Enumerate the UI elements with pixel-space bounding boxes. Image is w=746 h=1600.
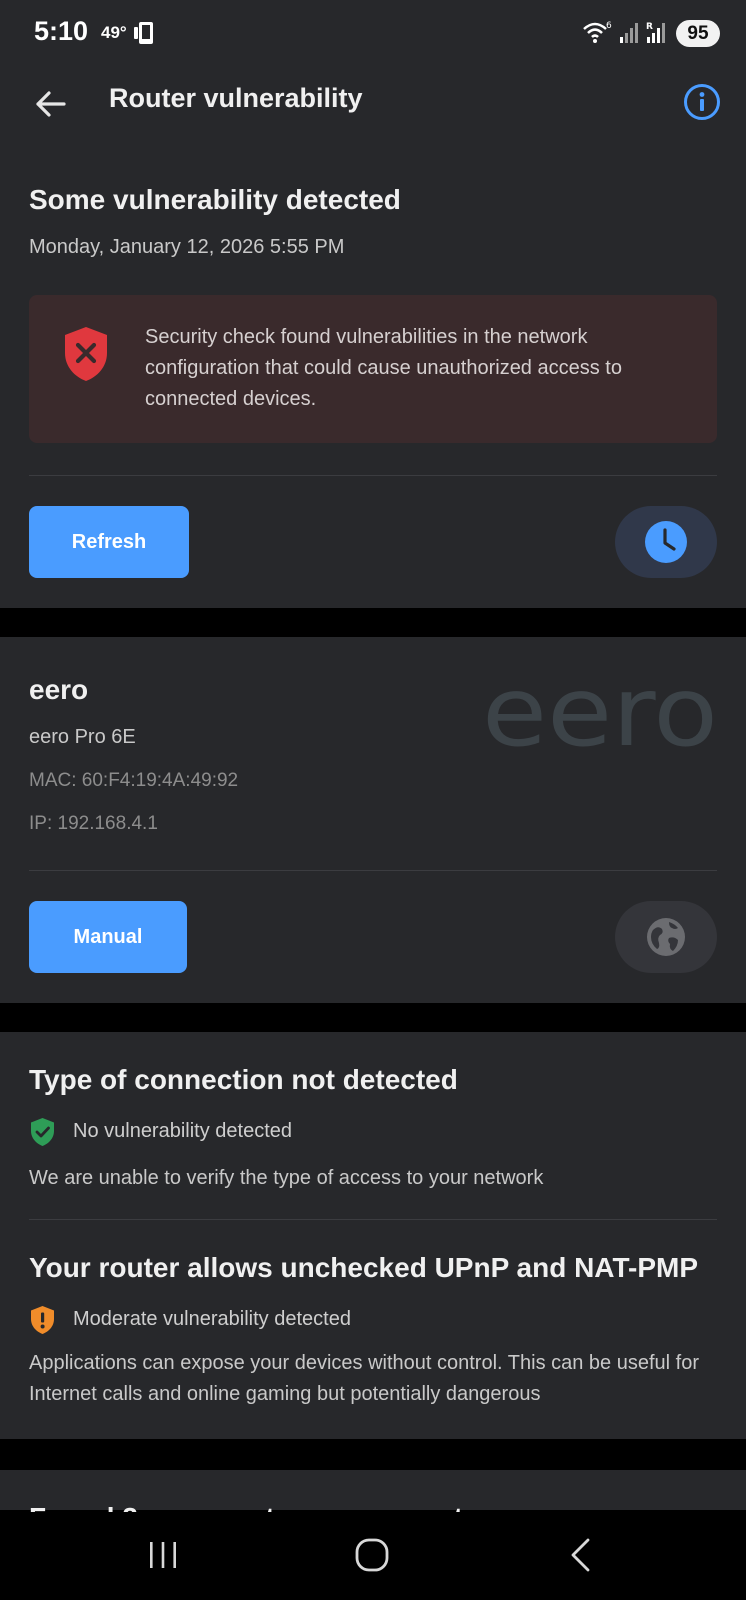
router-info-card: eero eero Pro 6E MAC: 60:F4:19:4A:49:92 … (0, 637, 746, 1003)
alert-message: Security check found vulnerabilities in … (145, 326, 622, 410)
back-icon[interactable] (568, 1538, 594, 1572)
check-status: No vulnerability detected (73, 1120, 293, 1142)
page-title: Router vulnerability (109, 83, 363, 113)
screen: 5:10 49° 6 R 95 Router vulnerability Som… (0, 0, 746, 1600)
manual-button[interactable]: Manual (29, 901, 187, 973)
check-status: Moderate vulnerability detected (73, 1308, 351, 1330)
shield-exclamation-icon (31, 1306, 54, 1334)
check-description: We are unable to verify the type of acce… (29, 1167, 544, 1189)
svg-text:6: 6 (606, 21, 612, 31)
history-button[interactable] (615, 506, 717, 578)
status-temperature: 49° (101, 23, 127, 42)
svg-text:R: R (646, 22, 653, 32)
shield-check-icon (31, 1118, 54, 1146)
divider (29, 870, 717, 871)
battery-indicator: 95 (676, 20, 720, 47)
divider (29, 475, 717, 476)
router-model: eero Pro 6E (29, 726, 136, 748)
check-title: Type of connection not detected (29, 1064, 458, 1095)
divider (29, 1219, 717, 1220)
router-mac: MAC: 60:F4:19:4A:49:92 (29, 770, 239, 791)
router-ip: IP: 192.168.4.1 (29, 813, 158, 834)
shield-x-icon (65, 327, 107, 381)
signal-icon (620, 23, 638, 43)
app-header: Router vulnerability (0, 64, 746, 140)
info-icon[interactable] (682, 82, 722, 122)
signal-roaming-icon: R (646, 22, 665, 43)
router-brand: eero (29, 674, 89, 705)
recents-icon[interactable] (147, 1540, 179, 1570)
next-check-card: Found 2 open ports on your router (0, 1470, 746, 1533)
home-icon[interactable] (355, 1538, 389, 1572)
back-arrow-icon[interactable] (30, 84, 70, 124)
security-alert: Security check found vulnerabilities in … (29, 295, 717, 443)
status-time: 5:10 (34, 16, 89, 46)
wifi-6-icon: 6 (583, 21, 612, 43)
vulnerability-summary-card: Some vulnerability detected Monday, Janu… (0, 140, 746, 608)
navigation-bar (0, 1512, 746, 1600)
summary-title: Some vulnerability detected (29, 184, 401, 215)
scan-date: Monday, January 12, 2026 5:55 PM (29, 236, 345, 258)
clock-icon (645, 521, 687, 563)
phone-icon (134, 22, 153, 44)
eero-logo: eero (482, 677, 718, 757)
refresh-button[interactable]: Refresh (29, 506, 189, 578)
status-bar: 5:10 49° 6 R 95 (0, 0, 746, 64)
check-title: Your router allows unchecked UPnP and NA… (29, 1252, 699, 1283)
svg-text:eero: eero (482, 677, 718, 757)
check-description: Applications can expose your devices wit… (29, 1352, 699, 1405)
website-button[interactable] (615, 901, 717, 973)
vulnerability-checks-card: Type of connection not detected No vulne… (0, 1032, 746, 1439)
globe-icon (647, 918, 685, 956)
